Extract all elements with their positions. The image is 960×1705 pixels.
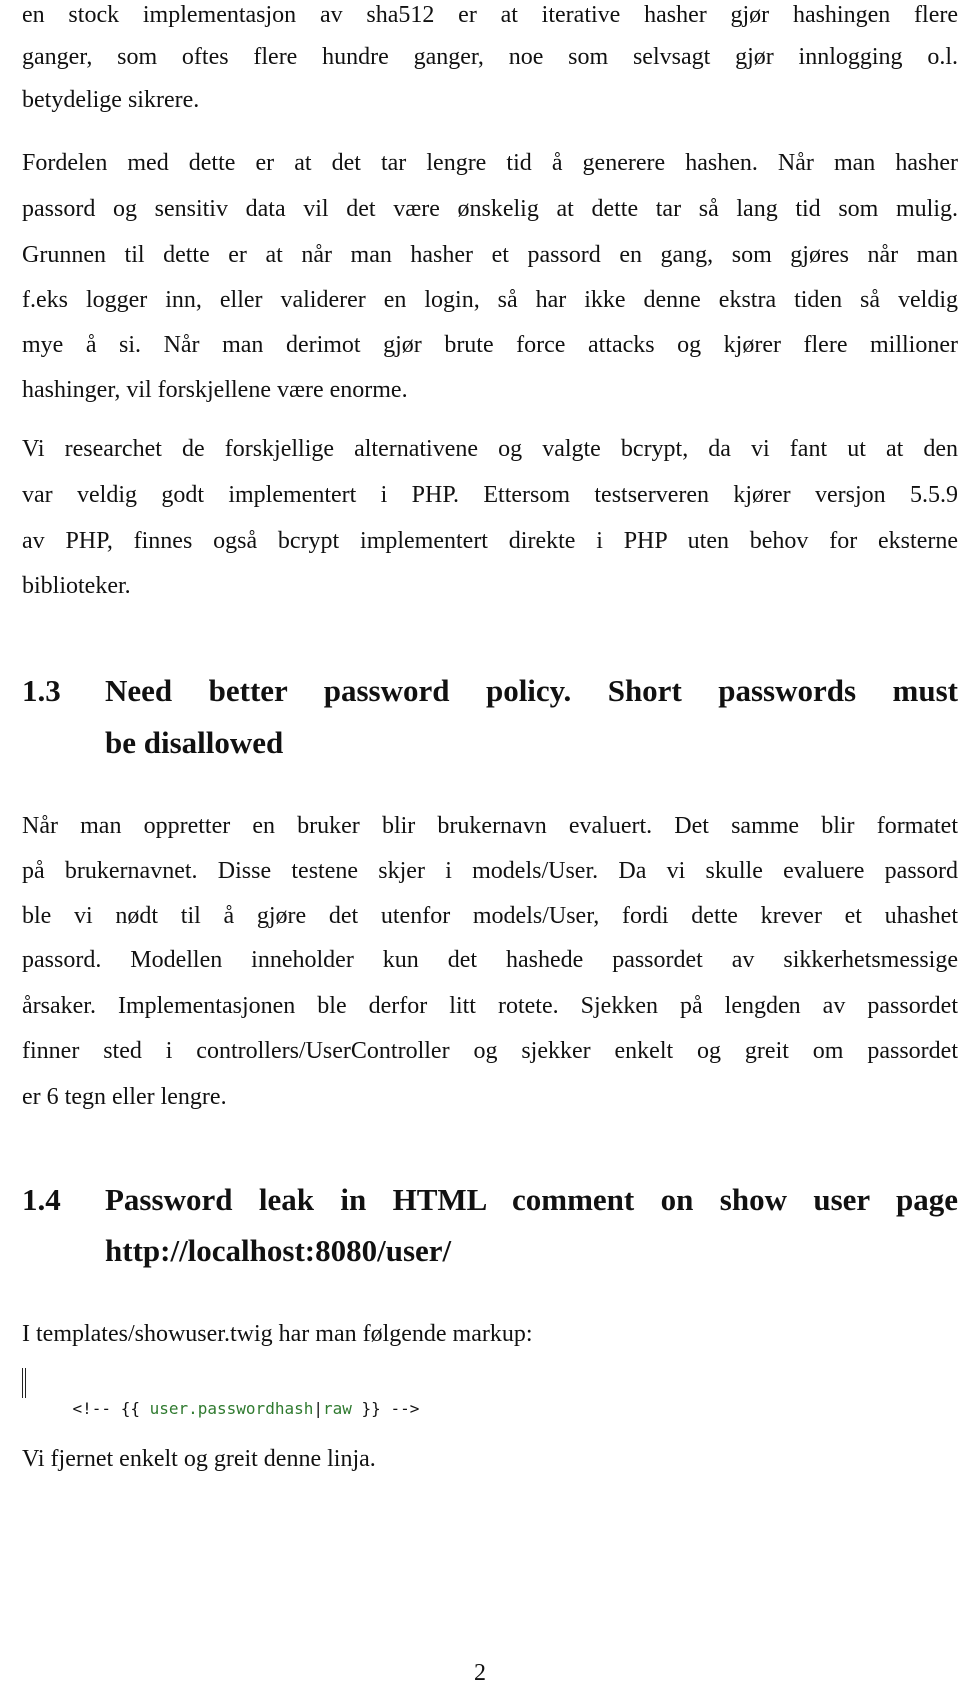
text-line: passord og sensitiv data vil det være øn… <box>22 196 958 222</box>
text-line: av PHP, finnes også bcrypt implementert … <box>22 528 958 554</box>
text-line: Fordelen med dette er at det tar lengre … <box>22 150 958 176</box>
text-line: biblioteker. <box>22 573 131 599</box>
section-number: 1.4 <box>22 1182 61 1217</box>
code-variable: user.passwordhash <box>149 1399 314 1418</box>
section-title-url: http://localhost:8080/user/ <box>105 1233 452 1268</box>
code-intro-text: I templates/showuser.twig har man følgen… <box>22 1321 533 1347</box>
paragraph: Vi fjernet enkelt og greit denne linja. <box>22 1446 376 1472</box>
text-line: betydelige sikrere. <box>22 87 200 113</box>
section-title: Need better password policy. Short passw… <box>105 673 958 708</box>
text-line: passord. Modellen inneholder kun det has… <box>22 947 958 973</box>
text-line: Grunnen til dette er at når man hasher e… <box>22 242 958 268</box>
section-title: Password leak in HTML comment on show us… <box>105 1182 958 1217</box>
text-line: hashinger, vil forskjellene være enorme. <box>22 377 408 403</box>
code-comment-close: }} --> <box>351 1399 420 1418</box>
text-line: ble vi nødt til å gjøre det utenfor mode… <box>22 903 958 929</box>
text-line: årsaker. Implementasjonen ble derfor lit… <box>22 993 958 1019</box>
text-line: Når man oppretter en bruker blir brukern… <box>22 813 958 839</box>
code-filter: raw <box>323 1399 352 1418</box>
text-line: f.eks logger inn, eller validerer en log… <box>22 287 958 313</box>
text-line: Vi researchet de forskjellige alternativ… <box>22 436 958 462</box>
text-line: finner sted i controllers/UserController… <box>22 1038 958 1064</box>
code-margin-bar <box>22 1368 26 1398</box>
text-line: på brukernavnet. Disse testene skjer i m… <box>22 858 958 884</box>
text-line: en stock implementasjon av sha512 er at … <box>22 2 958 28</box>
code-listing: <!-- {{ user.passwordhash|raw }} --> <box>22 1368 420 1448</box>
text-line: mye å si. Når man derimot gjør brute for… <box>22 332 958 358</box>
section-number: 1.3 <box>22 673 61 708</box>
page-number: 2 <box>474 1660 486 1686</box>
section-title: be disallowed <box>105 725 284 760</box>
code-comment-open: <!-- {{ <box>72 1399 150 1418</box>
text-line: er 6 tegn eller lengre. <box>22 1084 227 1110</box>
text-line: ganger, som oftes flere hundre ganger, n… <box>22 44 958 70</box>
text-line: var veldig godt implementert i PHP. Ette… <box>22 482 958 508</box>
code-pipe: | <box>313 1399 323 1418</box>
